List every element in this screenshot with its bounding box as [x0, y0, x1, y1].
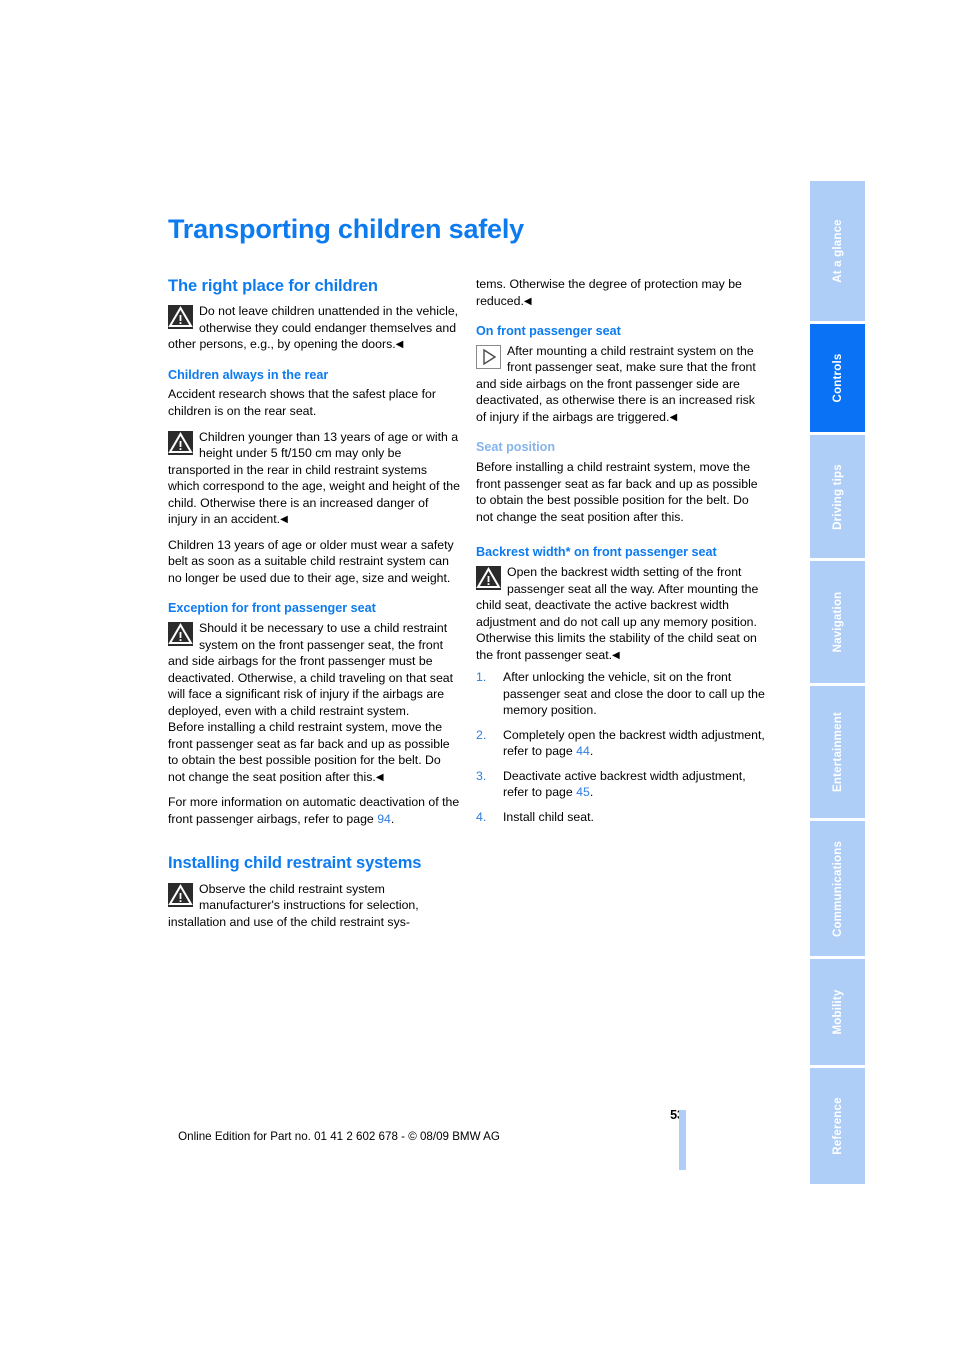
paragraph-seat-position: Before installing a child restraint syst…	[476, 460, 758, 524]
tab-label: Reference	[831, 1097, 844, 1155]
tab-entertainment[interactable]: Entertainment	[810, 686, 865, 818]
tab-label: Controls	[831, 353, 844, 403]
warning-text: Observe the child restraint system manuf…	[168, 881, 419, 929]
end-mark-icon: ◀	[395, 339, 404, 351]
right-column: tems. Otherwise the degree of protection…	[476, 276, 768, 825]
tab-at-a-glance[interactable]: At a glance	[810, 181, 865, 321]
tab-reference[interactable]: Reference	[810, 1068, 865, 1184]
subheading-exception-front-passenger: Exception for front passenger seat	[168, 601, 376, 616]
section-heading-installing-child-restraint: Installing child restraint systems	[168, 854, 422, 873]
tab-communications[interactable]: Communications	[810, 821, 865, 956]
footer-edition-text: Online Edition for Part no. 01 41 2 602 …	[178, 1130, 500, 1143]
note-after-mounting-restraint: After mounting a child restraint system …	[476, 343, 768, 426]
warning-do-not-leave-children: Do not leave children unattended in the …	[168, 303, 460, 353]
tab-label: Entertainment	[831, 712, 844, 792]
warning-text: Before installing a child restraint syst…	[168, 720, 450, 784]
warning-exception-front-passenger: Should it be necessary to use a child re…	[168, 620, 460, 719]
page-number: 53	[670, 1108, 684, 1122]
tab-navigation[interactable]: Navigation	[810, 561, 865, 683]
step-text-end: .	[589, 785, 594, 800]
page-content: Transporting children safely The right p…	[168, 214, 768, 939]
warning-text: Children younger than 13 years of age or…	[168, 429, 460, 527]
list-item: 4. Install child seat.	[476, 809, 768, 826]
paragraph-text: tems. Otherwise the degree of protection…	[476, 277, 742, 308]
step-text-end: .	[589, 744, 594, 759]
page-title: Transporting children safely	[168, 214, 524, 244]
page-reference-link[interactable]: 45	[576, 785, 590, 799]
warning-triangle-icon	[168, 882, 193, 907]
note-triangle-icon	[476, 344, 501, 369]
warning-backrest-width: Open the backrest width setting of the f…	[476, 564, 768, 663]
list-item: 2. Completely open the backrest width adj…	[476, 727, 768, 760]
warning-text-part-2: Before installing a child restraint syst…	[168, 719, 460, 785]
paragraph-children-13-or-older: Children 13 years of age or older must w…	[168, 537, 454, 585]
backrest-width-steps: 1. After unlocking the vehicle, sit on th…	[476, 669, 768, 825]
paragraph-text: For more information on automatic deacti…	[168, 795, 460, 826]
step-text: Completely open the backrest width adjus…	[503, 727, 765, 759]
end-mark-icon: ◀	[375, 771, 384, 783]
end-mark-icon: ◀	[523, 295, 532, 307]
subheading-children-always-in-rear: Children always in the rear	[168, 367, 329, 382]
end-mark-icon: ◀	[612, 649, 620, 661]
manual-page: At a glance Controls Driving tips Naviga…	[0, 0, 954, 1350]
section-tab-rail: At a glance Controls Driving tips Naviga…	[810, 181, 865, 1184]
warning-text: Do not leave children unattended in the …	[168, 304, 459, 352]
left-column: The right place for children Do not leav…	[168, 276, 460, 939]
paragraph-continued-from-left: tems. Otherwise the degree of protection…	[476, 276, 768, 309]
tab-label: Navigation	[831, 591, 844, 653]
tab-label: Driving tips	[831, 463, 844, 530]
end-mark-icon: ◀	[669, 411, 678, 423]
warning-triangle-icon	[476, 566, 501, 591]
step-number: 2.	[476, 727, 487, 742]
paragraph-accident-research: Accident research shows that the safest …	[168, 387, 436, 418]
list-item: 3. Deactivate active backrest width adjus…	[476, 768, 768, 801]
tab-driving-tips[interactable]: Driving tips	[810, 435, 865, 558]
subheading-seat-position: Seat position	[476, 440, 556, 455]
step-number: 1.	[476, 670, 487, 685]
tab-label: At a glance	[831, 219, 844, 283]
step-number: 3.	[476, 768, 487, 783]
warning-text: Open the backrest width setting of the f…	[476, 565, 759, 662]
subheading-on-front-passenger-seat: On front passenger seat	[476, 324, 621, 339]
step-text: Install child seat.	[503, 809, 594, 824]
step-text: Deactivate active backrest width adjustm…	[503, 768, 746, 800]
warning-observe-manufacturer-instructions: Observe the child restraint system manuf…	[168, 881, 460, 931]
step-text: After unlocking the vehicle, sit on the …	[503, 670, 765, 718]
warning-text-part-1: Should it be necessary to use a child re…	[168, 621, 454, 718]
step-number: 4.	[476, 809, 487, 824]
two-column-body: The right place for children Do not leav…	[168, 276, 768, 939]
warning-triangle-icon	[168, 622, 193, 647]
paragraph-text-end: .	[390, 811, 395, 826]
warning-triangle-icon	[168, 430, 193, 455]
tab-label: Mobility	[831, 989, 844, 1035]
note-text: After mounting a child restraint system …	[476, 343, 756, 424]
paragraph-automatic-deactivation: For more information on automatic deacti…	[168, 794, 460, 827]
warning-triangle-icon	[168, 305, 193, 330]
list-item: 1. After unlocking the vehicle, sit on th…	[476, 669, 768, 719]
tab-label: Communications	[831, 840, 844, 937]
section-heading-right-place: The right place for children	[168, 277, 378, 295]
page-reference-link[interactable]: 94	[377, 812, 391, 826]
subheading-backrest-width: Backrest width* on front passenger seat	[476, 545, 717, 560]
tab-controls[interactable]: Controls	[810, 324, 865, 432]
end-mark-icon: ◀	[280, 514, 288, 526]
warning-children-under-13: Children younger than 13 years of age or…	[168, 429, 460, 528]
tab-mobility[interactable]: Mobility	[810, 959, 865, 1065]
page-reference-link[interactable]: 44	[576, 744, 590, 758]
